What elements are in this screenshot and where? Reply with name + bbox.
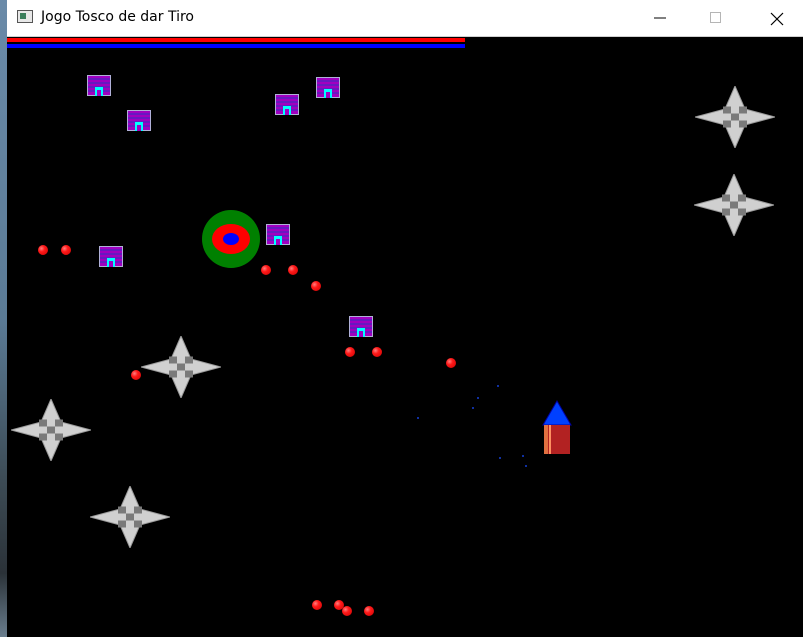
spark-particle bbox=[477, 397, 479, 399]
spark-particle bbox=[417, 417, 419, 419]
window-title: Jogo Tosco de dar Tiro bbox=[41, 9, 194, 25]
enemy-ship bbox=[127, 110, 151, 131]
obstacle-star bbox=[141, 336, 221, 398]
enemy-ship bbox=[349, 316, 373, 337]
obstacle-star bbox=[695, 86, 775, 148]
maximize-icon bbox=[710, 12, 721, 23]
bullet bbox=[261, 265, 271, 275]
enemy-ship bbox=[266, 224, 290, 245]
bullet bbox=[364, 606, 374, 616]
enemy-ship bbox=[99, 246, 123, 267]
close-icon bbox=[770, 12, 784, 26]
enemy-ship bbox=[316, 77, 340, 98]
minimize-button[interactable] bbox=[637, 0, 683, 36]
game-window: Jogo Tosco de dar Tiro bbox=[7, 0, 803, 637]
obstacle-star bbox=[90, 486, 170, 548]
maximize-button[interactable] bbox=[693, 0, 739, 36]
spark-particle bbox=[497, 385, 499, 387]
target bbox=[202, 210, 260, 268]
obstacle-star bbox=[11, 399, 91, 461]
bullet bbox=[131, 370, 141, 380]
title-bar[interactable]: Jogo Tosco de dar Tiro bbox=[7, 0, 803, 37]
bullet bbox=[61, 245, 71, 255]
minimize-icon bbox=[654, 17, 666, 19]
bullet bbox=[311, 281, 321, 291]
shield-bar bbox=[7, 44, 465, 48]
bullet bbox=[38, 245, 48, 255]
game-canvas[interactable] bbox=[7, 37, 803, 637]
health-bar bbox=[7, 38, 465, 42]
close-button[interactable] bbox=[753, 0, 799, 36]
spark-particle bbox=[525, 465, 527, 467]
player-ship bbox=[542, 400, 572, 454]
bullet bbox=[342, 606, 352, 616]
spark-particle bbox=[499, 457, 501, 459]
enemy-ship bbox=[275, 94, 299, 115]
obstacle-star bbox=[694, 174, 774, 236]
bullet bbox=[446, 358, 456, 368]
spark-particle bbox=[472, 407, 474, 409]
bullet bbox=[345, 347, 355, 357]
bullet bbox=[372, 347, 382, 357]
desktop-background-strip bbox=[0, 0, 7, 637]
app-icon bbox=[17, 10, 33, 23]
spark-particle bbox=[522, 455, 524, 457]
bullet bbox=[288, 265, 298, 275]
enemy-ship bbox=[87, 75, 111, 96]
bullet bbox=[312, 600, 322, 610]
